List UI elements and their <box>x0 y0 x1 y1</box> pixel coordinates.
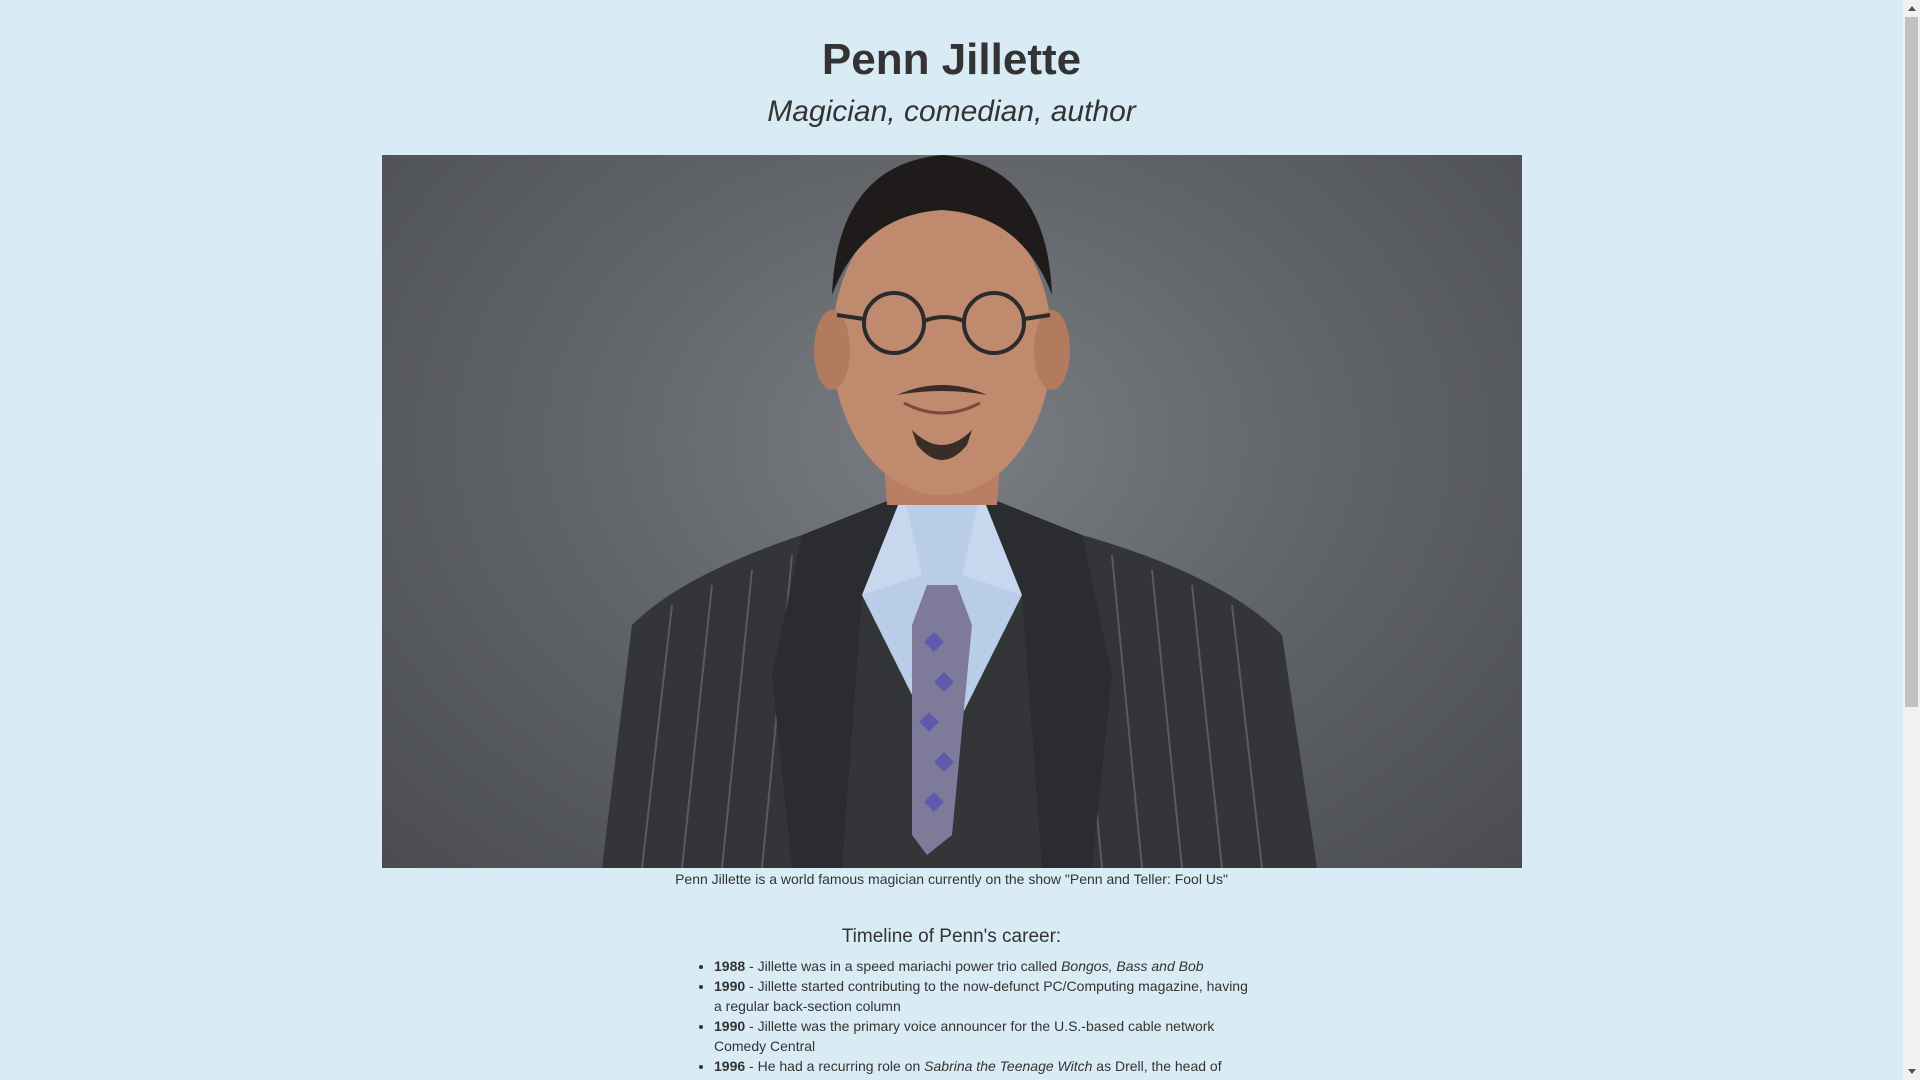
timeline-separator: - <box>745 958 758 974</box>
timeline-separator: - <box>745 1058 758 1074</box>
timeline-separator: - <box>745 978 758 994</box>
timeline-item: 1996 - He had a recurring role on Sabrin… <box>714 1056 1254 1076</box>
timeline-text: Jillette started contributing to the now… <box>714 978 1248 1014</box>
timeline-text: Jillette was the primary voice announcer… <box>714 1018 1215 1054</box>
timeline-year: 1990 <box>714 1018 746 1034</box>
scroll-up-arrow-icon[interactable] <box>1903 0 1920 17</box>
timeline-year: 1988 <box>714 958 746 974</box>
timeline-item: 1990 - Jillette started contributing to … <box>714 976 1254 1016</box>
vertical-scrollbar[interactable] <box>1903 0 1920 1080</box>
page-subtitle: Magician, comedian, author <box>767 95 1136 128</box>
timeline-title: Bongos, Bass and Bob <box>1061 958 1204 974</box>
timeline-text-tail: as Drell, the head of <box>1092 1058 1222 1074</box>
timeline-year: 1990 <box>714 978 746 994</box>
timeline-heading: Timeline of Penn's career: <box>841 926 1062 947</box>
photo-caption: Penn Jillette is a world famous magician… <box>675 871 1228 887</box>
timeline-year: 1996 <box>714 1058 746 1074</box>
timeline-list: 1988 - Jillette was in a speed mariachi … <box>694 956 1254 1076</box>
timeline-title: Sabrina the Teenage Witch <box>924 1058 1093 1074</box>
timeline-item: 1990 - Jillette was the primary voice an… <box>714 1016 1254 1056</box>
timeline-text: Jillette was in a speed mariachi power t… <box>757 958 1062 974</box>
scrollbar-thumb[interactable] <box>1905 17 1918 707</box>
page: Penn Jillette Magician, comedian, author <box>0 0 1903 1080</box>
timeline-item: 1988 - Jillette was in a speed mariachi … <box>714 956 1254 976</box>
timeline-text: He had a recurring role on <box>757 1058 925 1074</box>
timeline-separator: - <box>745 1018 758 1034</box>
scroll-down-arrow-icon[interactable] <box>1903 1063 1920 1080</box>
penn-jillette-photo <box>382 155 1522 868</box>
page-title: Penn Jillette <box>821 35 1082 84</box>
